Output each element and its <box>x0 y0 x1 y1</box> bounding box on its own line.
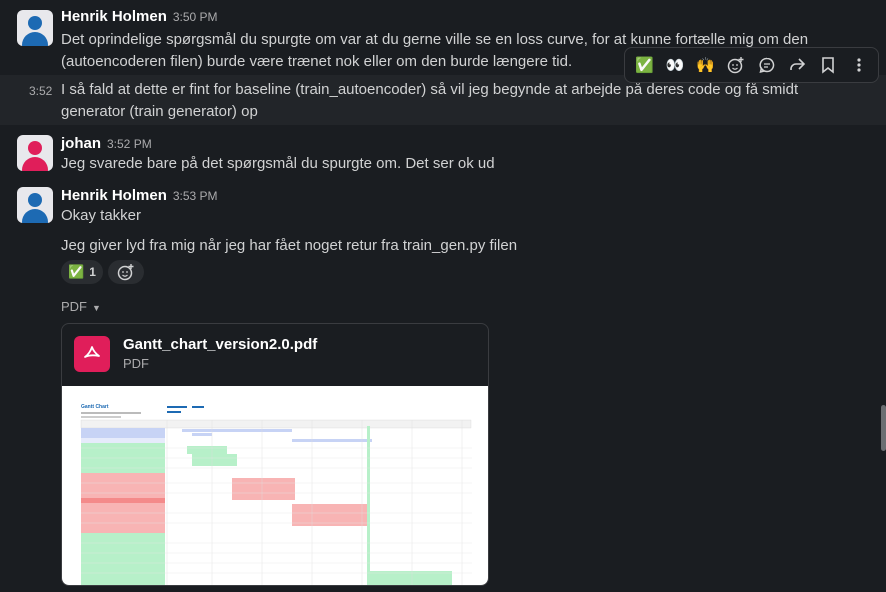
add-reaction-icon[interactable] <box>722 51 750 79</box>
pdf-file-icon <box>74 336 110 372</box>
check-reaction-button[interactable]: ✅ <box>630 51 658 79</box>
more-actions-icon[interactable] <box>845 51 873 79</box>
message-johan: johan 3:52 PM Jeg svarede bare på det spø… <box>0 127 886 181</box>
timestamp[interactable]: 3:52 PM <box>107 137 152 151</box>
raised-hands-reaction-button[interactable]: 🙌 <box>692 51 720 79</box>
avatar-johan[interactable] <box>17 135 53 171</box>
message-text: I så fald at dette er fint for baseline … <box>61 81 799 120</box>
reply-thread-icon[interactable] <box>753 51 781 79</box>
author-name[interactable]: johan 3:52 PM <box>61 135 152 152</box>
hover-timestamp[interactable]: 3:52 <box>29 84 52 98</box>
add-reaction-icon <box>117 264 134 281</box>
timestamp[interactable]: 3:50 PM <box>173 10 218 24</box>
pdf-preview[interactable]: Gantt Chart <box>62 386 488 585</box>
message-actions-toolbar: ✅ 👀 🙌 <box>624 47 879 83</box>
check-reaction-pill[interactable]: ✅ 1 <box>61 260 103 284</box>
file-name[interactable]: Gantt_chart_version2.0.pdf <box>123 336 317 353</box>
message-text: Okay takker <box>61 207 142 224</box>
pdf-attachment-card[interactable]: Gantt_chart_version2.0.pdf PDF Gantt Cha… <box>61 323 489 586</box>
author-name[interactable]: Henrik Holmen 3:50 PM <box>61 8 218 25</box>
share-icon[interactable] <box>783 51 811 79</box>
eyes-reaction-button[interactable]: 👀 <box>661 51 689 79</box>
preview-title: Gantt Chart <box>81 404 109 410</box>
timestamp[interactable]: 3:53 PM <box>173 189 218 203</box>
add-reaction-button[interactable] <box>108 260 144 284</box>
avatar-henrik[interactable] <box>17 10 53 46</box>
bookmark-icon[interactable] <box>814 51 842 79</box>
scrollbar-thumb[interactable] <box>881 405 886 451</box>
author-name[interactable]: Henrik Holmen 3:53 PM <box>61 187 218 204</box>
chevron-down-icon: ▼ <box>92 303 101 313</box>
avatar-henrik[interactable] <box>17 187 53 223</box>
file-type: PDF <box>123 356 149 371</box>
message-text-second: Jeg giver lyd fra mig når jeg har fået n… <box>61 237 518 254</box>
message-text: Jeg svarede bare på det spørgsmål du spu… <box>61 155 495 172</box>
attachment-section-toggle[interactable]: PDF ▼ <box>61 299 101 314</box>
gantt-preview-thumbnail: Gantt Chart <box>80 404 472 585</box>
